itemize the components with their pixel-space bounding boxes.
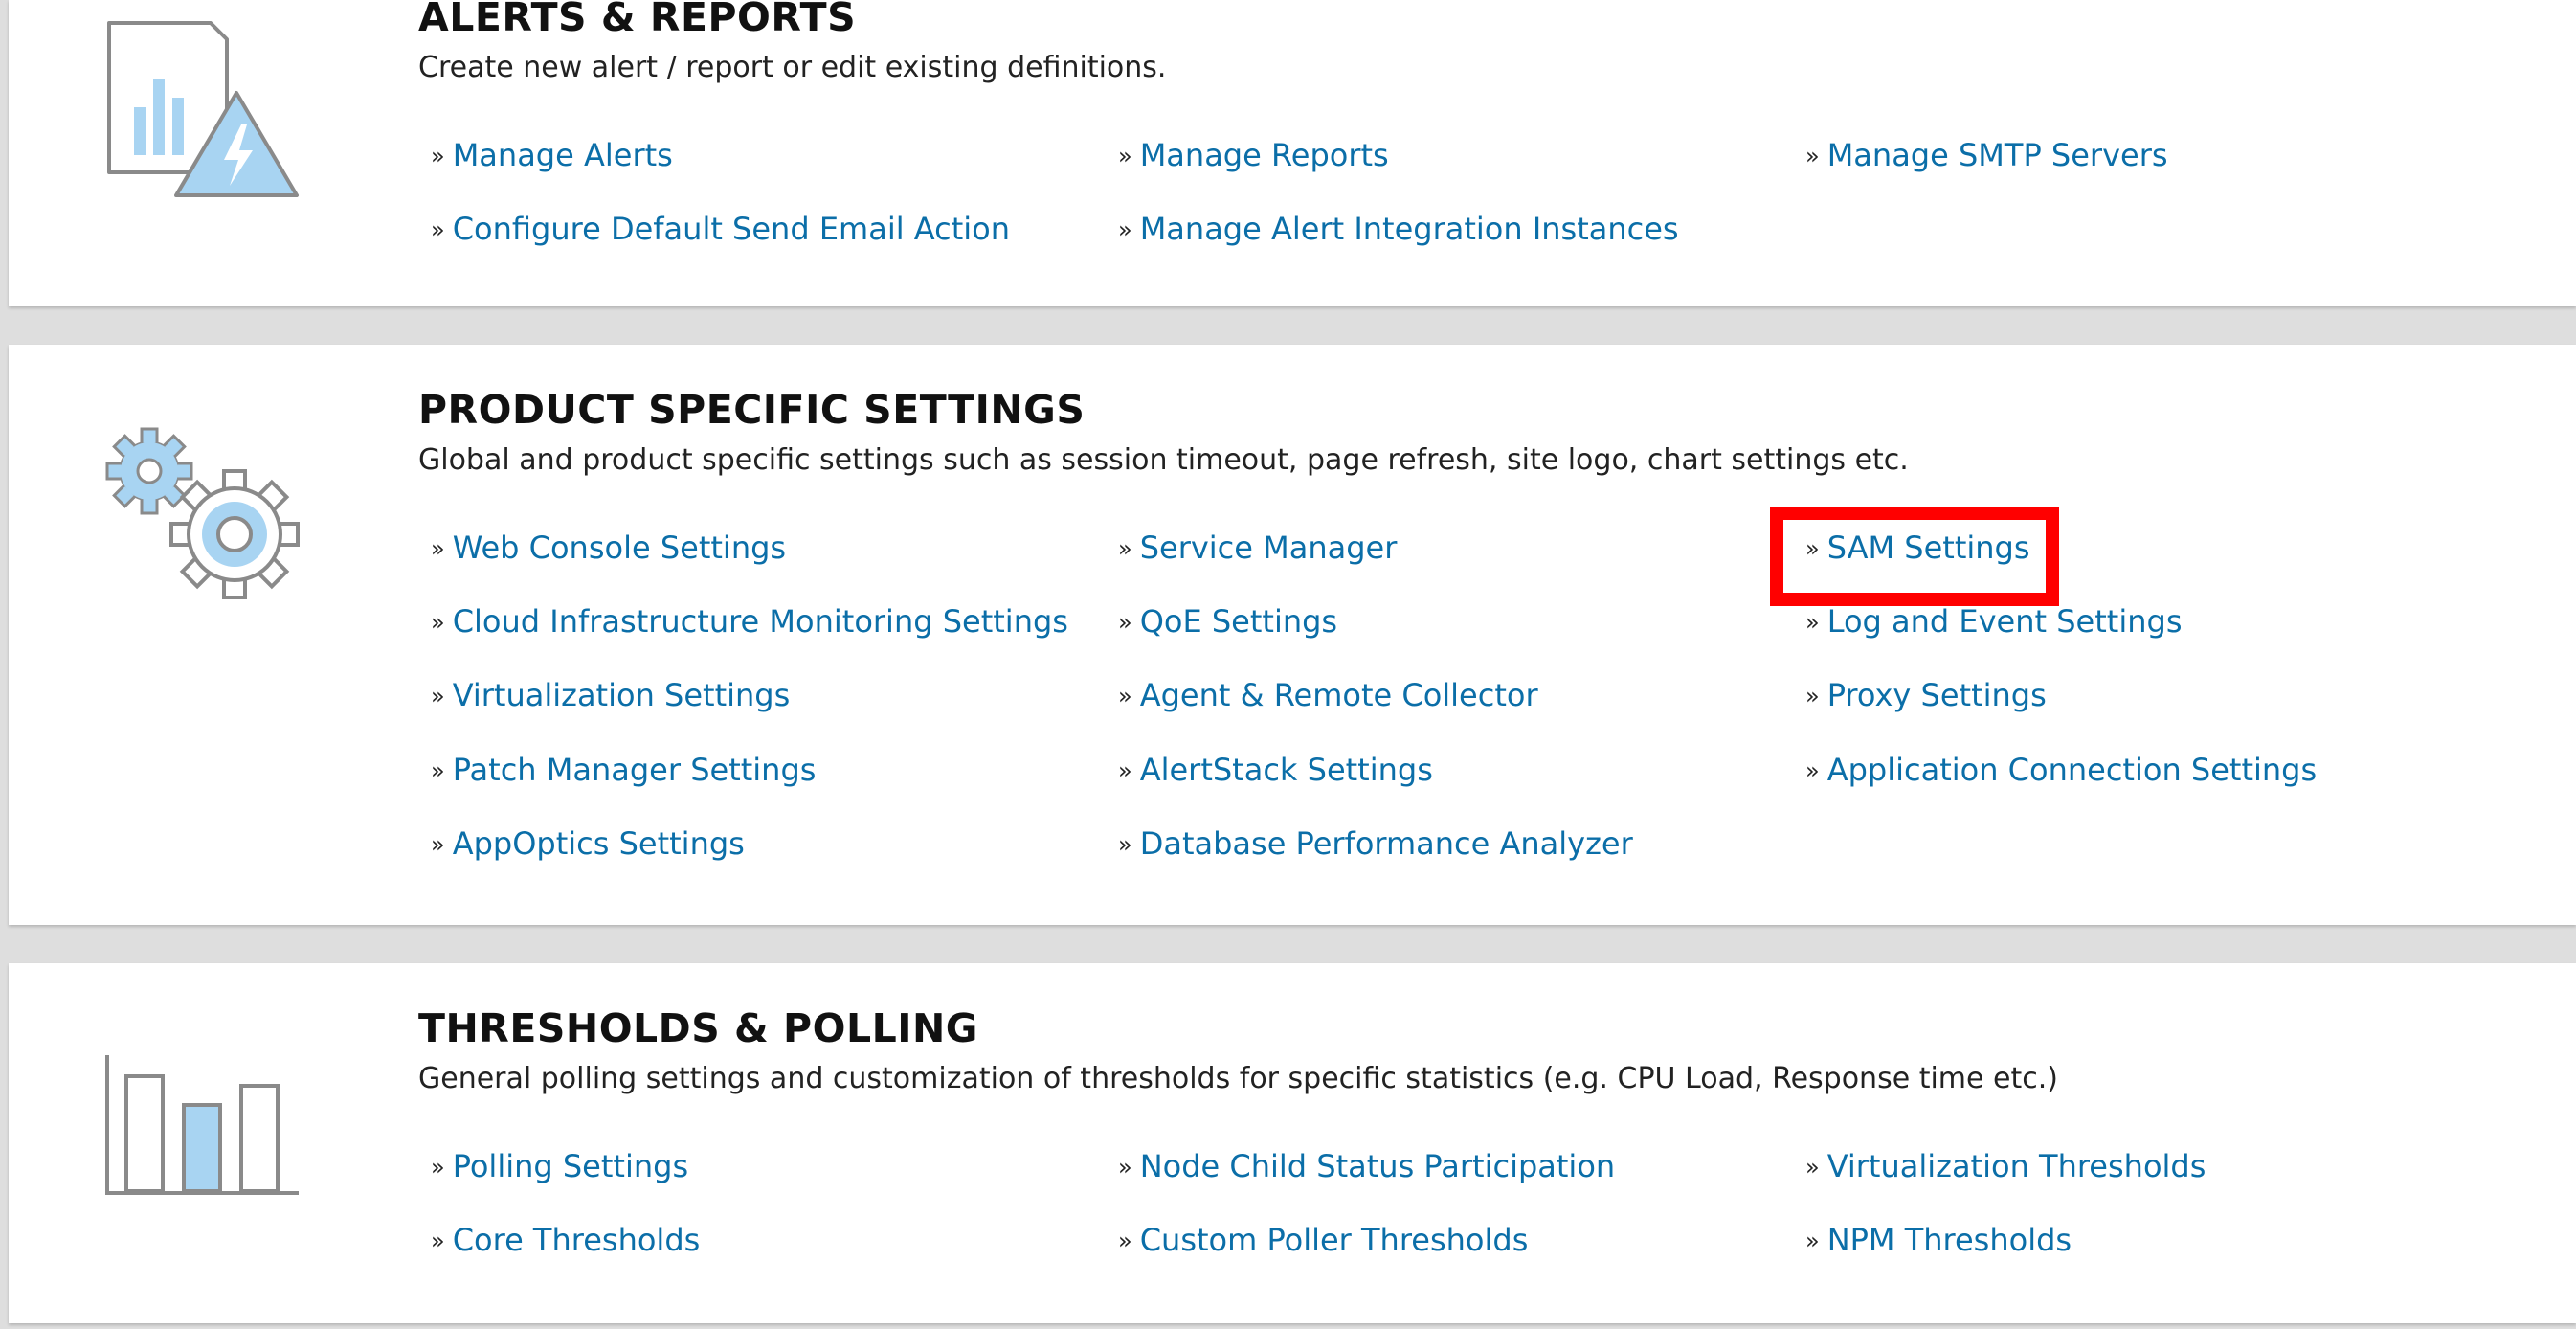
link-npm-thresholds[interactable]: » NPM Thresholds [1805, 1221, 2072, 1260]
link-marker: » [1118, 216, 1132, 243]
section-description-thresholds: General polling settings and customizati… [418, 1062, 2058, 1095]
link-marker: » [431, 535, 445, 562]
link-manage-alerts[interactable]: » Manage Alerts [431, 136, 673, 175]
link-log-event-settings[interactable]: » Log and Event Settings [1805, 602, 2182, 642]
thresholds-polling-panel: THRESHOLDS & POLLING General polling set… [9, 963, 2576, 1323]
link-configure-default-send-email[interactable]: » Configure Default Send Email Action [431, 210, 1010, 249]
link-alertstack-settings[interactable]: » AlertStack Settings [1118, 751, 1433, 790]
section-description-product: Global and product specific settings suc… [418, 443, 1909, 477]
link-database-performance-analyzer[interactable]: » Database Performance Analyzer [1118, 824, 1633, 864]
link-marker: » [431, 216, 445, 243]
link-marker: » [1805, 143, 1820, 169]
link-marker: » [431, 609, 445, 636]
alerts-reports-panel: ALERTS & REPORTS Create new alert / repo… [9, 0, 2576, 306]
link-marker: » [1805, 1154, 1820, 1181]
link-marker: » [1118, 1228, 1132, 1254]
link-appoptics-settings[interactable]: » AppOptics Settings [431, 824, 745, 864]
link-cloud-infrastructure-settings[interactable]: » Cloud Infrastructure Monitoring Setting… [431, 602, 1068, 642]
link-marker: » [1805, 609, 1820, 636]
link-agent-remote-collector[interactable]: » Agent & Remote Collector [1118, 676, 1538, 715]
link-marker: » [1118, 143, 1132, 169]
link-marker: » [431, 757, 445, 784]
link-node-child-status[interactable]: » Node Child Status Participation [1118, 1147, 1615, 1186]
link-marker: » [1805, 1228, 1820, 1254]
link-marker: » [431, 1228, 445, 1254]
section-title-thresholds: THRESHOLDS & POLLING [418, 1005, 978, 1051]
link-application-connection-settings[interactable]: » Application Connection Settings [1805, 751, 2317, 790]
link-manage-reports[interactable]: » Manage Reports [1118, 136, 1389, 175]
link-polling-settings[interactable]: » Polling Settings [431, 1147, 688, 1186]
gears-icon [98, 421, 308, 603]
link-marker: » [1118, 831, 1132, 858]
link-patch-manager-settings[interactable]: » Patch Manager Settings [431, 751, 816, 790]
link-marker: » [431, 1154, 445, 1181]
link-sam-settings[interactable]: » SAM Settings [1805, 529, 2030, 568]
link-web-console-settings[interactable]: » Web Console Settings [431, 529, 786, 568]
link-marker: » [431, 143, 445, 169]
link-virtualization-thresholds[interactable]: » Virtualization Thresholds [1805, 1147, 2206, 1186]
link-marker: » [1805, 757, 1820, 784]
link-marker: » [1118, 1154, 1132, 1181]
link-service-manager[interactable]: » Service Manager [1118, 529, 1397, 568]
link-marker: » [431, 831, 445, 858]
bar-chart-icon [98, 1047, 308, 1210]
link-marker: » [1805, 535, 1820, 562]
link-core-thresholds[interactable]: » Core Thresholds [431, 1221, 700, 1260]
link-marker: » [1118, 609, 1132, 636]
link-virtualization-settings[interactable]: » Virtualization Settings [431, 676, 790, 715]
section-title-alerts: ALERTS & REPORTS [418, 0, 857, 40]
link-proxy-settings[interactable]: » Proxy Settings [1805, 676, 2047, 715]
link-marker: » [1118, 757, 1132, 784]
link-marker: » [431, 683, 445, 710]
section-title-product: PRODUCT SPECIFIC SETTINGS [418, 387, 1086, 433]
link-qoe-settings[interactable]: » QoE Settings [1118, 602, 1337, 642]
link-marker: » [1118, 683, 1132, 710]
link-manage-smtp-servers[interactable]: » Manage SMTP Servers [1805, 136, 2168, 175]
product-settings-panel: PRODUCT SPECIFIC SETTINGS Global and pro… [9, 345, 2576, 925]
link-marker: » [1805, 683, 1820, 710]
link-marker: » [1118, 535, 1132, 562]
section-description-alerts: Create new alert / report or edit existi… [418, 51, 1167, 84]
link-custom-poller-thresholds[interactable]: » Custom Poller Thresholds [1118, 1221, 1528, 1260]
alert-report-icon [98, 11, 308, 203]
link-manage-alert-integration[interactable]: » Manage Alert Integration Instances [1118, 210, 1679, 249]
